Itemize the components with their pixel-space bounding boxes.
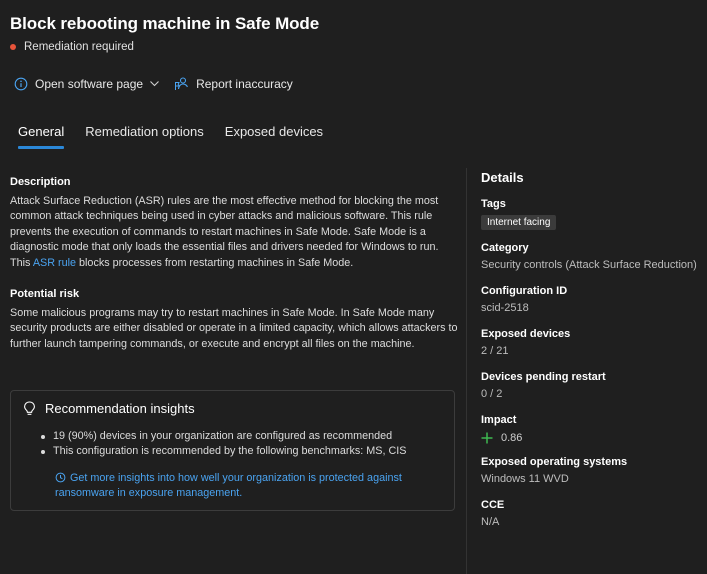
tab-exposed-devices[interactable]: Exposed devices <box>225 124 323 149</box>
pending-restart-value: 0 / 2 <box>481 388 503 400</box>
tags-field: Tags Internet facing <box>481 198 701 230</box>
open-software-page-button[interactable]: Open software page <box>14 77 174 91</box>
insights-title: Recommendation insights <box>45 401 195 416</box>
plus-icon <box>481 432 493 444</box>
asr-rule-link[interactable]: ASR rule <box>33 257 76 269</box>
chevron-down-icon[interactable] <box>149 78 160 89</box>
lightbulb-icon <box>24 401 35 415</box>
tags-label: Tags <box>481 198 506 210</box>
column-divider <box>466 168 467 574</box>
info-circle-icon <box>14 77 28 90</box>
action-bar: Open software page Report inaccuracy <box>14 76 293 91</box>
report-inaccuracy-label: Report inaccuracy <box>196 76 293 91</box>
report-person-icon <box>175 77 189 90</box>
insights-header: Recommendation insights <box>23 401 195 416</box>
impact-label: Impact <box>481 414 517 426</box>
status-dot-icon <box>10 44 16 50</box>
page-title: Block rebooting machine in Safe Mode <box>10 14 320 33</box>
exposed-devices-value: 2 / 21 <box>481 345 509 357</box>
impact-field: Impact 0.86 <box>481 414 701 444</box>
details-heading: Details <box>481 170 524 185</box>
potential-risk-text: Some malicious programs may try to resta… <box>10 307 458 350</box>
report-inaccuracy-button[interactable]: Report inaccuracy <box>174 76 293 91</box>
list-item: 19 (90%) devices in your organization ar… <box>41 429 406 444</box>
impact-indicator: 0.86 <box>481 432 701 444</box>
tab-remediation-options[interactable]: Remediation options <box>85 124 204 149</box>
description-heading: Description <box>10 176 71 188</box>
description-text-end: blocks processes from restarting machine… <box>76 256 354 269</box>
cce-label: CCE <box>481 499 505 511</box>
impact-value: 0.86 <box>501 432 523 444</box>
tag-internet-facing: Internet facing <box>481 215 557 230</box>
pending-restart-field: Devices pending restart 0 / 2 <box>481 371 701 402</box>
tab-general[interactable]: General <box>18 124 65 149</box>
open-software-page-label: Open software page <box>35 76 144 91</box>
refresh-icon <box>55 472 66 483</box>
cce-field: CCE N/A <box>481 499 701 530</box>
category-field: Category Security controls (Attack Surfa… <box>481 242 701 273</box>
potential-risk-heading: Potential risk <box>10 288 80 301</box>
exposed-devices-label: Exposed devices <box>481 328 571 340</box>
exposed-os-field: Exposed operating systems Windows 11 WVD <box>481 456 701 487</box>
list-item: This configuration is recommended by the… <box>41 444 406 459</box>
category-label: Category <box>481 242 529 254</box>
insights-list: 19 (90%) devices in your organization ar… <box>41 429 406 458</box>
exposure-management-link-text: Get more insights into how well your org… <box>55 472 402 499</box>
configuration-id-field: Configuration ID scid-2518 <box>481 285 701 316</box>
category-value: Security controls (Attack Surface Reduct… <box>481 259 697 271</box>
cce-value: N/A <box>481 516 500 528</box>
details-panel: Details Tags Internet facing Category Se… <box>481 170 701 542</box>
exposed-os-value: Windows 11 WVD <box>481 473 569 485</box>
description-text: Attack Surface Reduction (ASR) rules are… <box>10 194 458 271</box>
configuration-id-value: scid-2518 <box>481 302 529 314</box>
exposed-os-label: Exposed operating systems <box>481 456 628 468</box>
configuration-id-label: Configuration ID <box>481 285 568 297</box>
exposure-management-link[interactable]: Get more insights into how well your org… <box>55 471 435 500</box>
pending-restart-label: Devices pending restart <box>481 371 606 383</box>
tab-bar: General Remediation options Exposed devi… <box>18 124 344 149</box>
status-text: Remediation required <box>24 41 134 53</box>
exposed-devices-field: Exposed devices 2 / 21 <box>481 328 701 359</box>
status-indicator: Remediation required <box>10 41 134 53</box>
general-content: Description Attack Surface Reduction (AS… <box>10 176 458 352</box>
recommendation-insights-card: Recommendation insights 19 (90%) devices… <box>10 390 455 511</box>
